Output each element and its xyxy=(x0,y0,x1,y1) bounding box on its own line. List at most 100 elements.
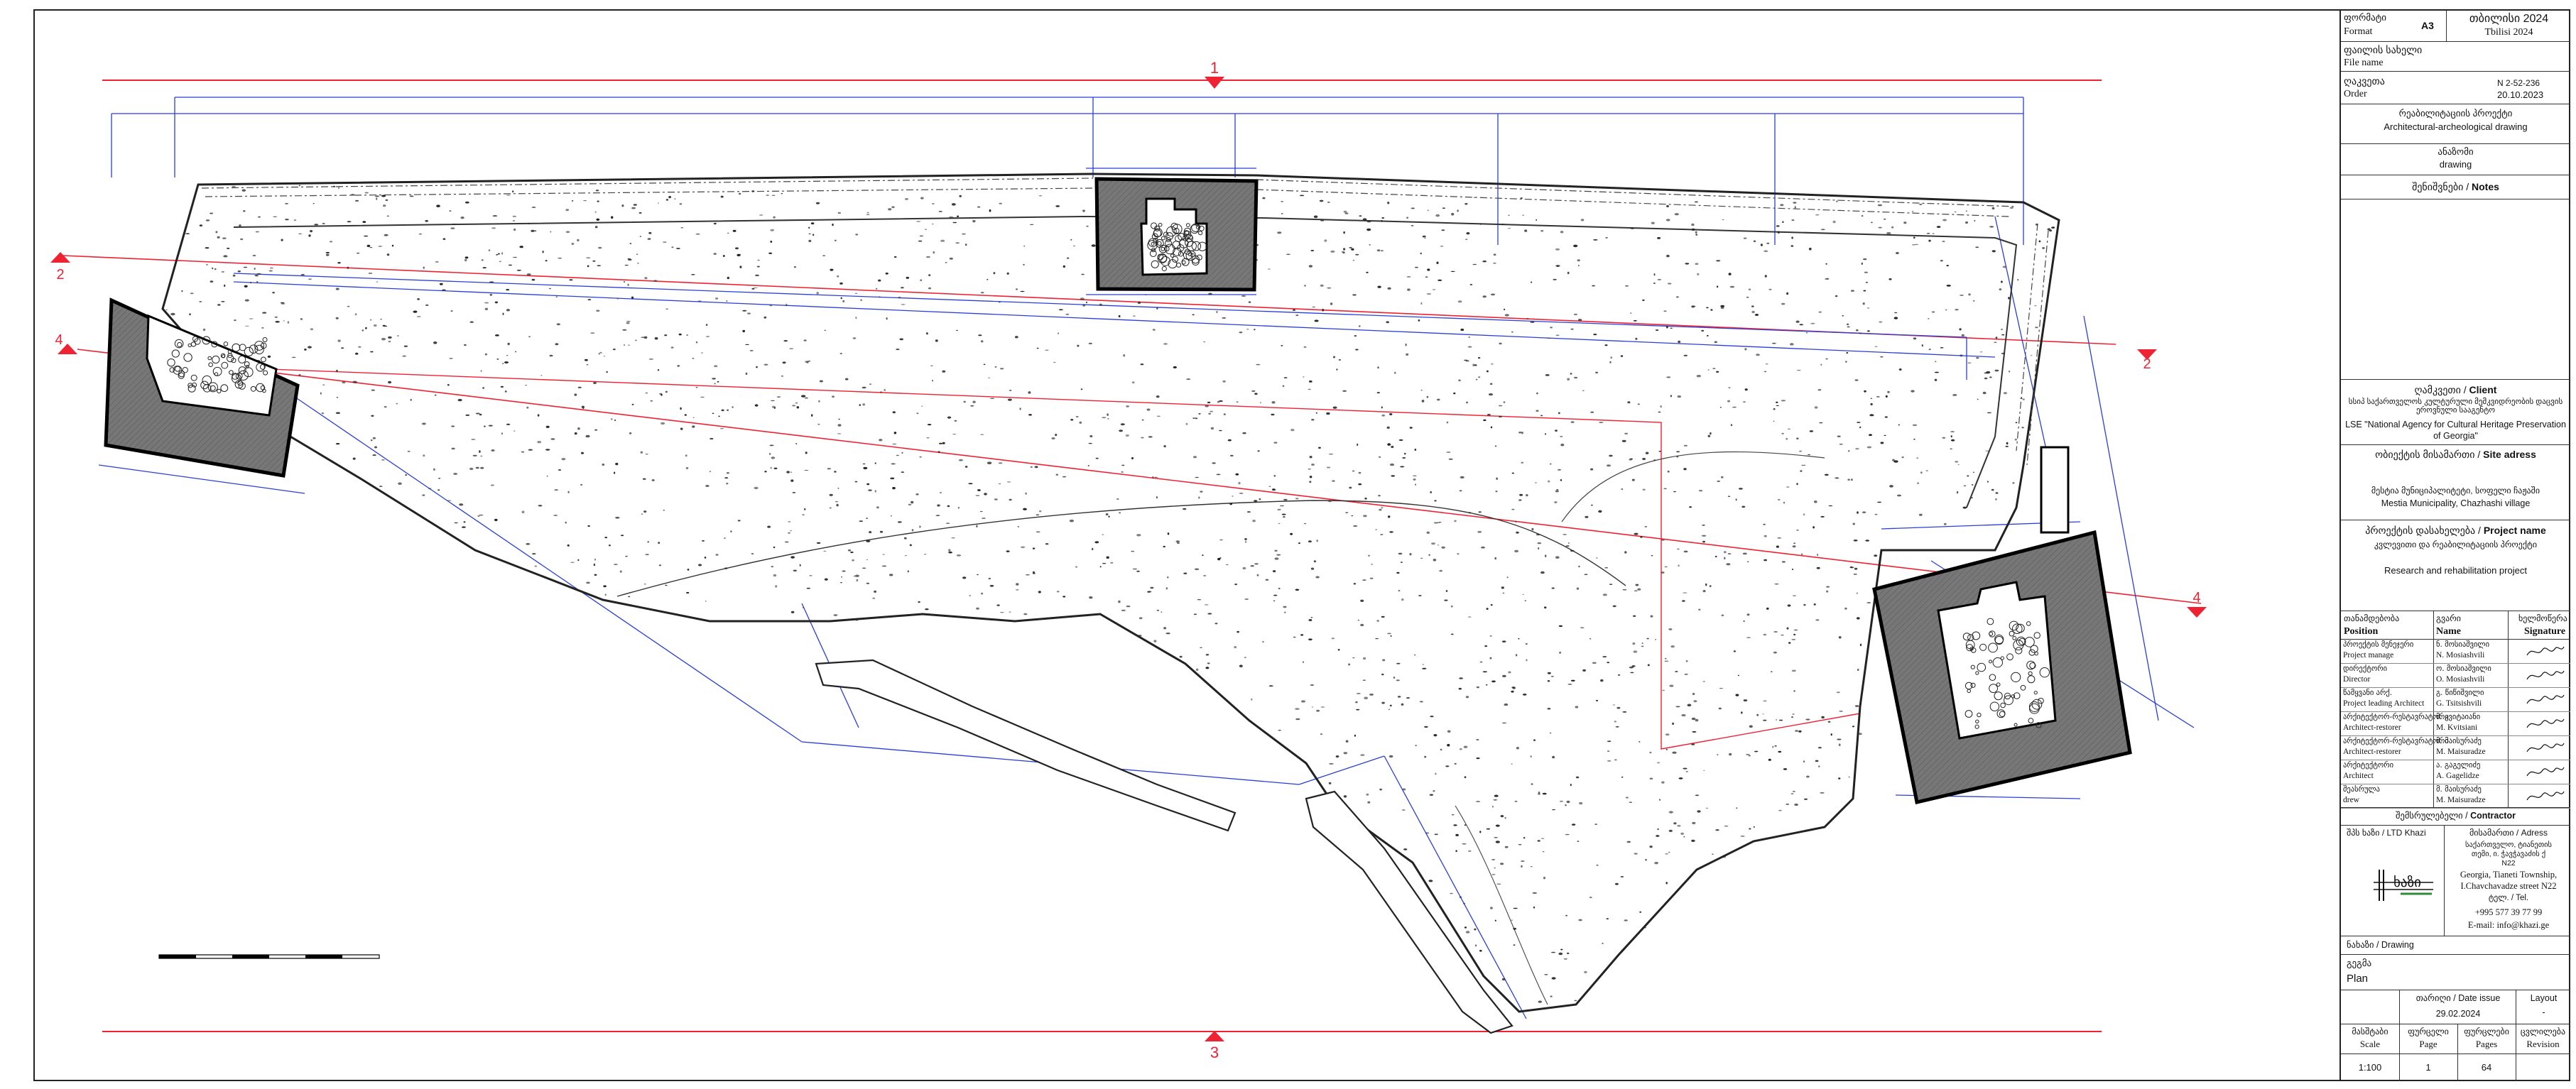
date-issue-header: თარიღი / Date issue xyxy=(2415,993,2501,1003)
section-marker-4-left: 4 xyxy=(55,332,77,354)
section-marker-1: 1 xyxy=(1205,59,1224,89)
position-ka: არქიტექტორ-რესტავრატორი xyxy=(2343,737,2449,745)
person-name-en: G. Tsitsishvili xyxy=(2436,699,2482,708)
position-ka: დირექტორი xyxy=(2343,664,2388,673)
svg-text:4: 4 xyxy=(2192,590,2200,606)
person-name-en: N. Mosiashvili xyxy=(2436,651,2485,660)
position-ka: შეასრულა xyxy=(2343,785,2380,794)
person-name-ka: მ. მაისურაძე xyxy=(2436,785,2482,794)
file-name-ka: ფაილის სახელი xyxy=(2344,44,2423,55)
signature-mark xyxy=(2526,670,2565,680)
contractor-header-row: შემსრულებელი / Contractor xyxy=(2341,807,2570,826)
scale-header-row: მასშტაბი Scale ფურცელი Page ფურცლები Pag… xyxy=(2341,1024,2570,1054)
person-name-en: M. Maisuradze xyxy=(2436,748,2486,756)
client-name-en-1: LSE "National Agency for Cultural Herita… xyxy=(2345,420,2566,429)
person-name-ka: ა. გაგელიძე xyxy=(2436,761,2481,770)
scale-value: 1:100 xyxy=(2358,1062,2382,1073)
order-ka: ღაკვეთა xyxy=(2344,75,2385,87)
drawing-ka: ანაზომი xyxy=(2438,146,2474,157)
svg-text:2: 2 xyxy=(2143,356,2151,372)
personnel-row: პროექტის მენეჯერი Project manage ნ. მოსიაშ… xyxy=(2341,640,2570,664)
position-en: Architect-restorer xyxy=(2343,723,2401,732)
signature-mark xyxy=(2526,718,2565,728)
project-name-row: პროექტის დასახელება / Project name კვლევ… xyxy=(2341,520,2570,611)
person-name-ka: ო. მოსიაშვილი xyxy=(2436,664,2491,673)
position-en: drew xyxy=(2343,796,2359,804)
section-marker-2-right: 2 xyxy=(2137,349,2157,372)
date-issue-value: 29.02.2024 xyxy=(2435,1009,2481,1019)
date-row: თარიღი / Date issue 29.02.2024 Layout - xyxy=(2341,990,2570,1024)
person-name-ka: მ. კვიტაიანი xyxy=(2436,713,2481,721)
position-ka: პროექტის მენეჯერი xyxy=(2343,640,2414,649)
position-ka: არქიტექტორი xyxy=(2343,761,2394,770)
svg-text:ხაზი: ხაზი xyxy=(2393,875,2421,890)
personnel-row: არქიტექტორ-რესტავრატორი Architect-restore… xyxy=(2341,712,2570,736)
client-header: ღამკვეთი / Client xyxy=(2414,384,2497,395)
pages-value: 64 xyxy=(2481,1062,2492,1073)
project-name-value-ka: კვლევითი და რეაბილიტაციის პროექტი xyxy=(2374,540,2538,549)
drawing-type-row: ანაზომი drawing xyxy=(2341,144,2570,175)
personnel-row: არქიტექტორ-რესტავრატორი Architect-restore… xyxy=(2341,736,2570,760)
format-value: A3 xyxy=(2421,20,2434,31)
personnel-table: პროექტის მენეჯერი Project manage ნ. მოსიაშ… xyxy=(2341,640,2570,810)
section-line-grid xyxy=(176,365,1861,750)
order-number: N 2-52-236 xyxy=(2497,78,2540,88)
position-en: Director xyxy=(2343,675,2371,684)
svg-text:2: 2 xyxy=(56,267,64,283)
notes-area xyxy=(2341,199,2570,380)
drawing-name-row: გეგმა Plan xyxy=(2341,955,2570,990)
client-name-en-2: of Georgia" xyxy=(2433,431,2478,441)
enclosure-outer-wall xyxy=(161,173,2060,1013)
format-label-ka: ფორმატი xyxy=(2344,12,2386,23)
signature-mark xyxy=(2526,743,2565,753)
stone-texture xyxy=(165,185,2055,1003)
drawing-en: drawing xyxy=(2439,159,2472,170)
scale-bar xyxy=(158,954,380,959)
order-date: 20.10.2023 xyxy=(2497,89,2544,100)
drawing-name-en: Plan xyxy=(2347,973,2369,985)
project-type-ka: რეაბილიტაციის პროექტი xyxy=(2398,108,2513,119)
personnel-row: წამყვანი არქ. Project leading Architect გ.… xyxy=(2341,688,2570,712)
position-ka: არქიტექტორ-რესტავრატორი xyxy=(2343,713,2449,721)
contractor-row: შპს ხაზი / LTD Khazi ხაზი მისამართი / Ad… xyxy=(2341,826,2570,936)
drawing-name-ka: გეგმა xyxy=(2347,958,2372,968)
svg-text:1: 1 xyxy=(1210,59,1219,77)
client-row: ღამკვეთი / Client სსიპ საქართველოს კულტუ… xyxy=(2341,380,2570,445)
scale-value-row: 1:100 1 64 xyxy=(2341,1054,2570,1081)
order-row: ღაკვეთა Order N 2-52-236 20.10.2023 xyxy=(2341,72,2570,104)
title-block: ფორმატი Format A3 თბილისი 2024 Tbilisi 2… xyxy=(2339,11,2570,1081)
address-header: მისამართი / Adress xyxy=(2469,828,2548,838)
section-marker-2-left: 2 xyxy=(50,252,70,283)
section-marker-4-right: 4 xyxy=(2187,590,2207,618)
drawing-label-row: ნახაზი / Drawing xyxy=(2341,936,2570,955)
format-row: ფორმატი Format A3 თბილისი 2024 Tbilisi 2… xyxy=(2341,11,2570,42)
position-en: Architect-restorer xyxy=(2343,748,2401,756)
stone-wall-east xyxy=(2016,223,2049,466)
position-en: Project leading Architect xyxy=(2343,699,2425,708)
layout-value: - xyxy=(2542,1007,2545,1017)
site-row: ობიექტის მისამართი / Site adress მესტია … xyxy=(2341,445,2570,520)
signature-mark xyxy=(2526,694,2565,704)
person-name-ka: ნ. მოსიაშვილი xyxy=(2436,640,2490,649)
site-header: ობიექტის მისამართი / Site adress xyxy=(2375,449,2536,460)
tower-rubble xyxy=(167,222,2050,729)
lower-wall-1 xyxy=(815,659,1237,832)
tower-north xyxy=(1094,177,1259,292)
personnel-header: თანამდებობა Position გვარი Name ხელმოწერ… xyxy=(2341,611,2570,640)
person-name-en: A. Gagelidze xyxy=(2436,772,2479,780)
svg-text:3: 3 xyxy=(1210,1044,1219,1061)
city-en: Tbilisi 2024 xyxy=(2484,27,2533,38)
company-name: შპს ხაზი / LTD Khazi xyxy=(2347,828,2426,838)
order-en: Order xyxy=(2344,89,2367,99)
file-name-en: File name xyxy=(2344,58,2384,68)
site-plan-drawing: 1 2 2 3 4 4 xyxy=(50,59,2207,1061)
person-name-en: M. Kvitsiani xyxy=(2436,723,2478,732)
personnel-row: შეასრულა drew მ. მაისურაძე M. Maisuradze xyxy=(2341,784,2570,809)
person-name-en: O. Mosiashvili xyxy=(2436,675,2485,684)
svg-text:4: 4 xyxy=(55,332,63,348)
company-logo: ხაზი xyxy=(2369,865,2438,902)
personnel-row: დირექტორი Director ო. მოსიაშვილი O. Mosiash… xyxy=(2341,664,2570,688)
drawing-sheet: 1 2 2 3 4 4 ფორმატი Format A3 თბილისი 20… xyxy=(33,9,2570,1081)
project-type-row: რეაბილიტაციის პროექტი Architectural-arch… xyxy=(2341,104,2570,144)
project-type-en: Architectural-archeological drawing xyxy=(2384,121,2528,132)
